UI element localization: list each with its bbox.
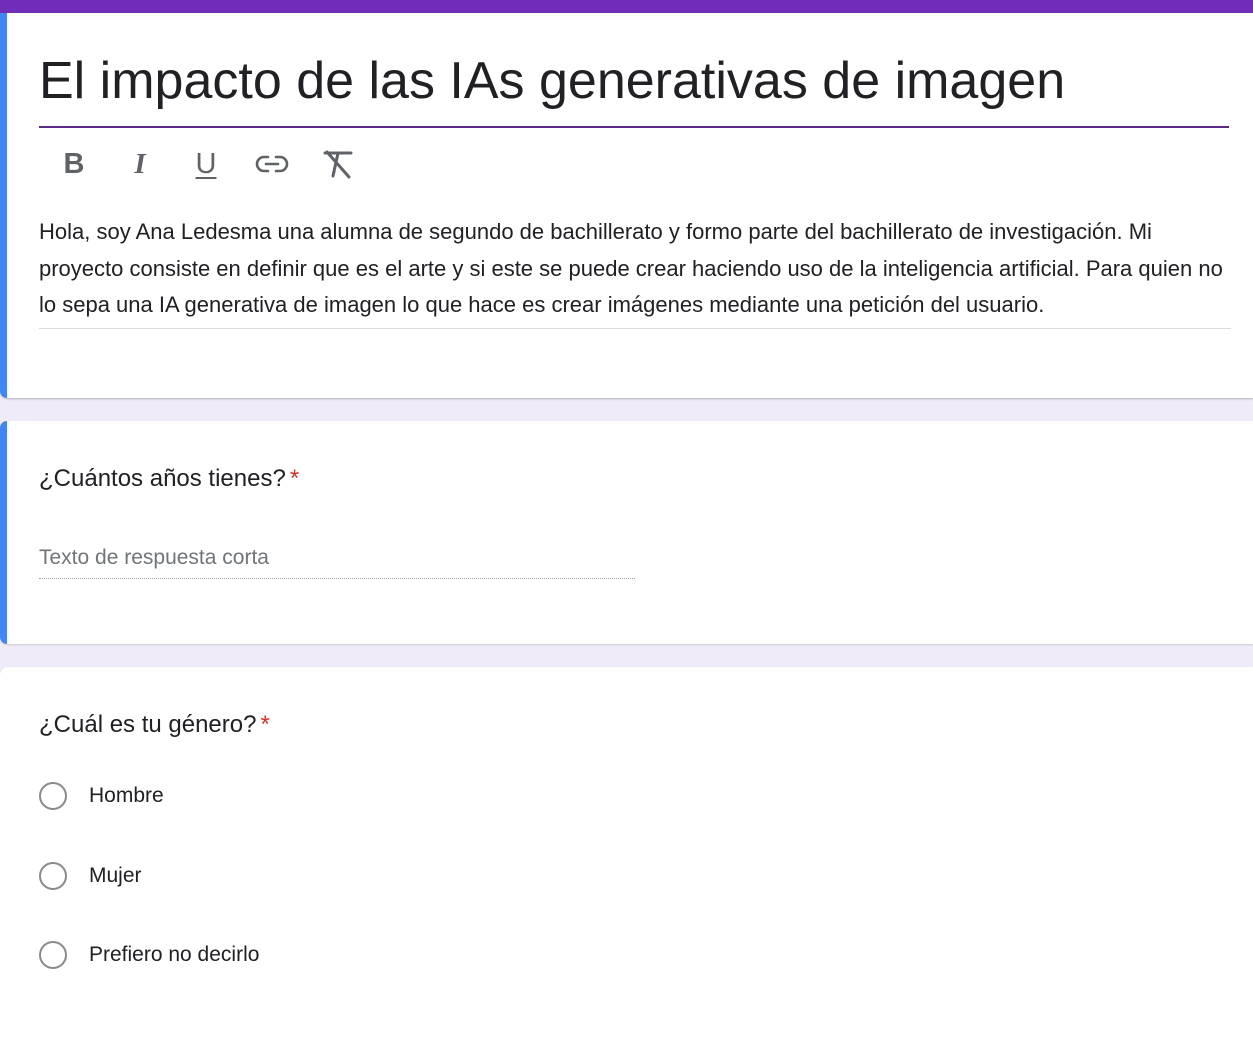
radio-option-hombre[interactable]: Hombre xyxy=(39,782,164,810)
question-title-text: ¿Cuántos años tienes? xyxy=(39,465,286,492)
question-card-age[interactable]: ¿Cuántos años tienes? * xyxy=(0,421,1253,644)
form-title-input[interactable]: El impacto de las IAs generativas de ima… xyxy=(39,44,1229,128)
link-button[interactable] xyxy=(250,142,294,186)
format-toolbar: B I U xyxy=(52,142,360,186)
radio-option-prefiero-no-decirlo[interactable]: Prefiero no decirlo xyxy=(39,941,259,969)
italic-button[interactable]: I xyxy=(118,142,162,186)
clear-format-icon xyxy=(323,150,353,179)
bold-button[interactable]: B xyxy=(52,142,96,186)
required-asterisk: * xyxy=(260,711,270,738)
form-header-card: El impacto de las IAs generativas de ima… xyxy=(0,0,1253,398)
option-label: Prefiero no decirlo xyxy=(89,943,260,966)
link-icon xyxy=(255,155,289,173)
radio-button[interactable] xyxy=(39,782,67,810)
option-label: Mujer xyxy=(89,864,142,887)
radio-option-mujer[interactable]: Mujer xyxy=(39,862,142,890)
option-label: Hombre xyxy=(89,784,164,807)
form-description-input[interactable]: Hola, soy Ana Ledesma una alumna de segu… xyxy=(39,214,1231,329)
question-title: ¿Cuántos años tienes? * xyxy=(39,465,299,493)
radio-button[interactable] xyxy=(39,862,67,890)
short-answer-input[interactable] xyxy=(39,538,635,579)
question-title-text: ¿Cuál es tu género? xyxy=(39,711,257,738)
question-title: ¿Cuál es tu género? * xyxy=(39,711,270,739)
radio-button[interactable] xyxy=(39,941,67,969)
theme-top-bar xyxy=(0,0,1253,13)
clear-format-button[interactable] xyxy=(316,142,360,186)
underline-button[interactable]: U xyxy=(184,142,228,186)
question-card-gender[interactable]: ¿Cuál es tu género? * Hombre Mujer Prefie… xyxy=(0,667,1253,1047)
required-asterisk: * xyxy=(289,465,300,492)
